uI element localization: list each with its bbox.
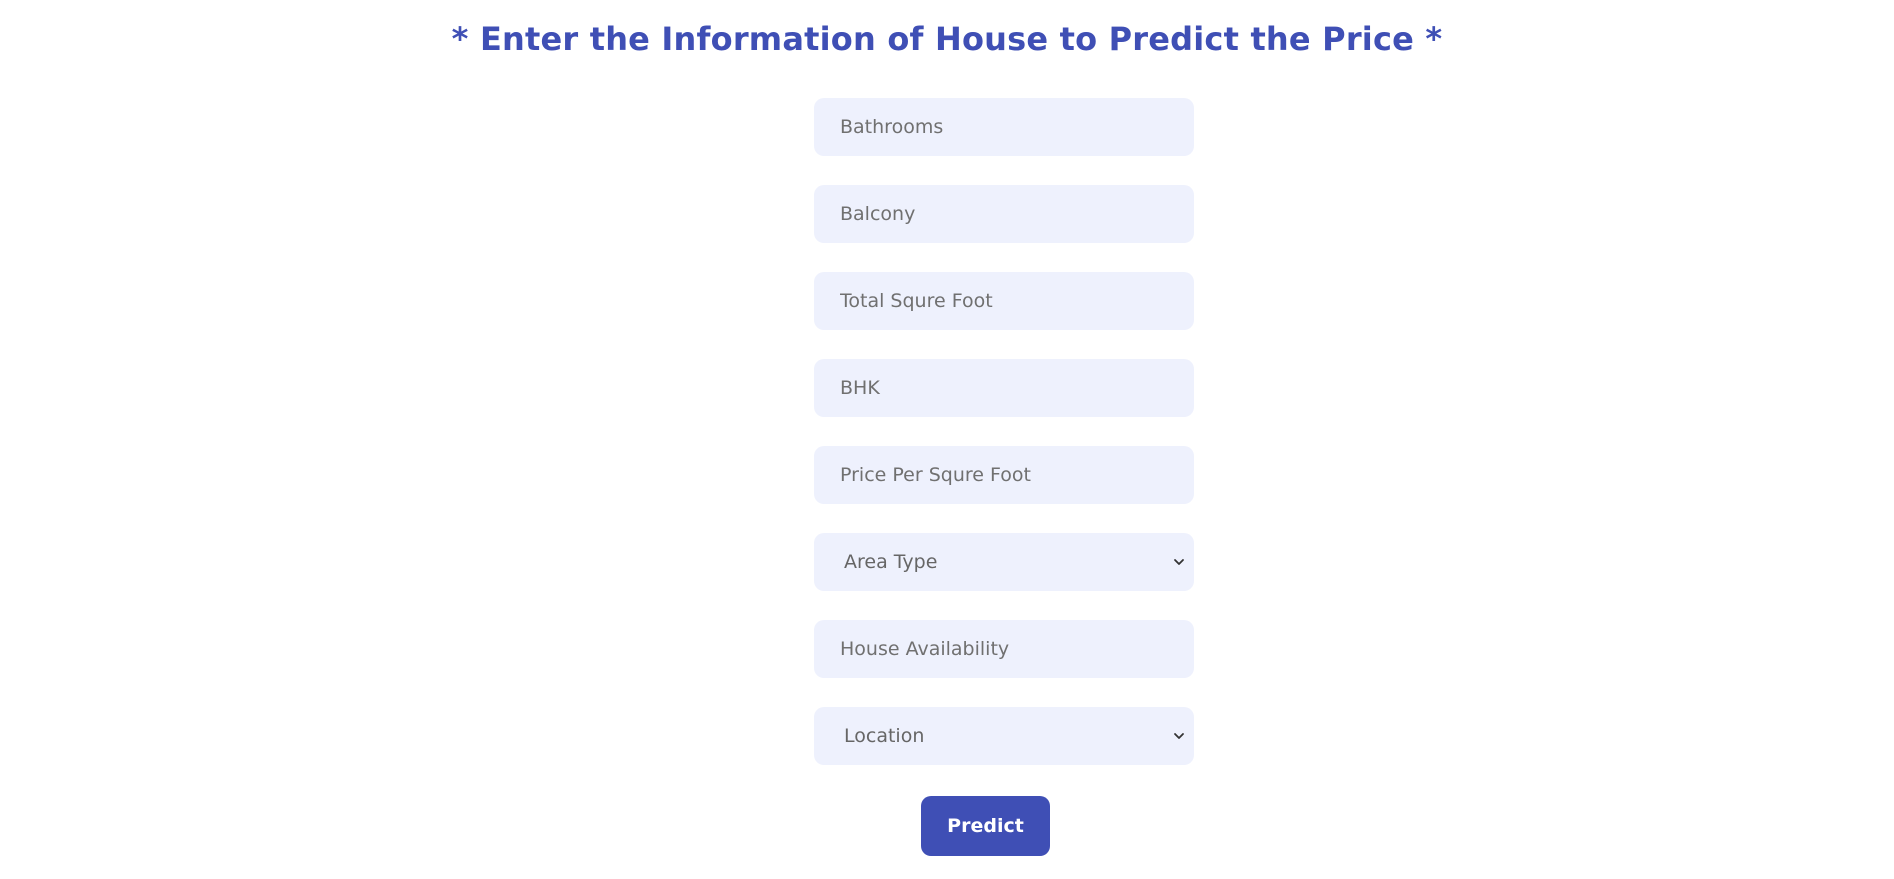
house-availability-input[interactable] [814, 620, 1194, 678]
bathrooms-input[interactable] [814, 98, 1194, 156]
location-select-wrapper: Location [814, 707, 1194, 765]
bhk-input[interactable] [814, 359, 1194, 417]
balcony-input[interactable] [814, 185, 1194, 243]
area-type-select[interactable]: Area Type [814, 533, 1194, 591]
page-title: * Enter the Information of House to Pred… [451, 20, 1443, 58]
price-per-sqft-input[interactable] [814, 446, 1194, 504]
predict-button[interactable]: Predict [921, 796, 1050, 856]
location-select[interactable]: Location [814, 707, 1194, 765]
submit-row: Predict [0, 796, 1894, 856]
page: * Enter the Information of House to Pred… [0, 0, 1894, 879]
prediction-form: Area Type Location [814, 98, 1194, 794]
area-type-select-wrapper: Area Type [814, 533, 1194, 591]
total-sqft-input[interactable] [814, 272, 1194, 330]
